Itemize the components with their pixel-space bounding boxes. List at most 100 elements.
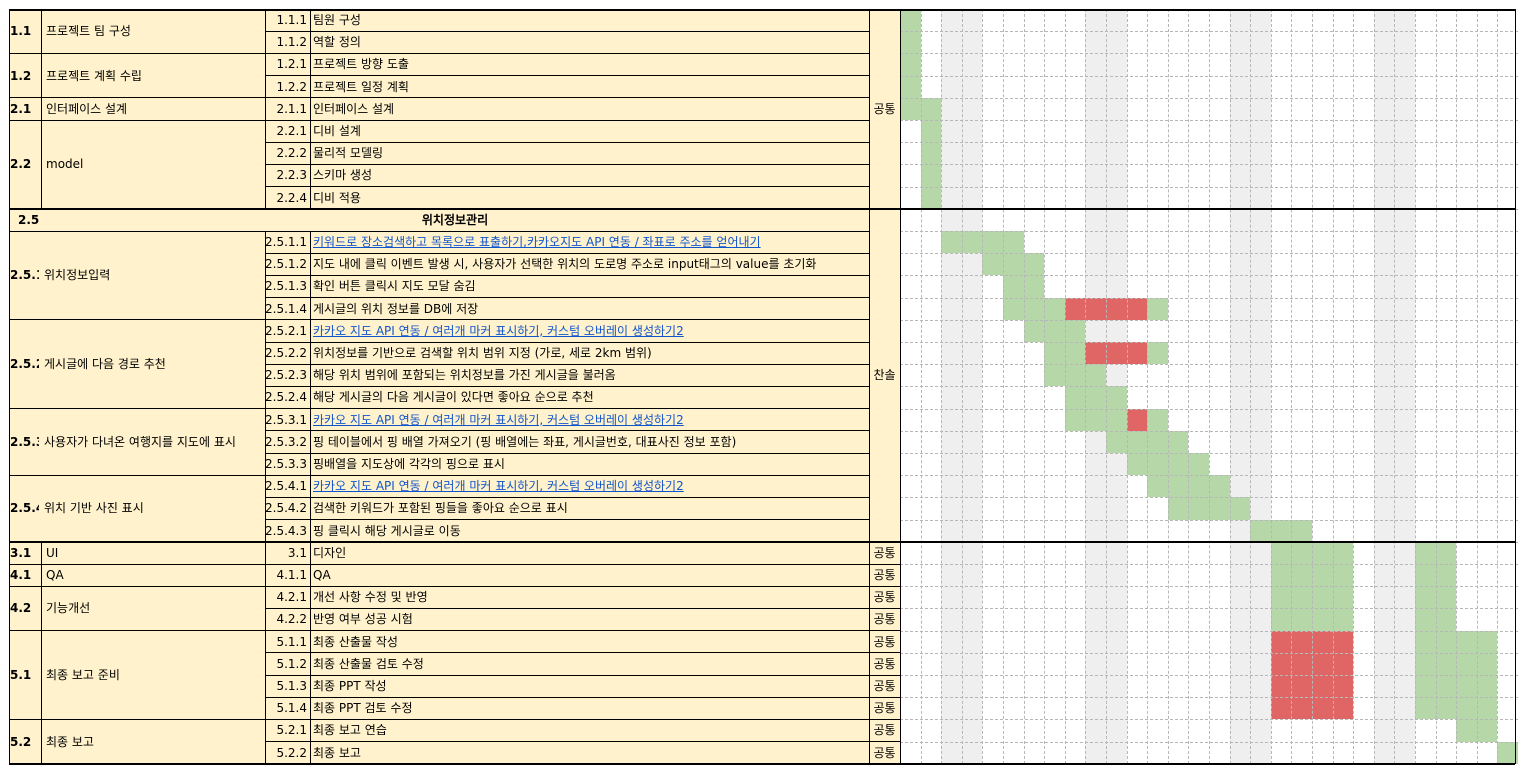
subtask-id: 2.2.3 bbox=[265, 164, 310, 187]
grid-hline bbox=[900, 319, 1518, 321]
subtask-id: 2.5.4.2 bbox=[265, 497, 310, 520]
task-text: 개선 사항 수정 및 반영 bbox=[313, 590, 428, 605]
row-line bbox=[265, 274, 869, 276]
task-name: 디비 설계 bbox=[310, 120, 869, 143]
task-link[interactable]: 키워드로 장소검색하고 목록으로 표출하기,카카오지도 API 연동 / 좌표로… bbox=[313, 236, 761, 248]
owner-text: 공통 bbox=[873, 545, 896, 560]
row-line bbox=[9, 541, 1515, 544]
subtask-id-text: 2.5.4.3 bbox=[265, 523, 307, 538]
task-name: 스키마 생성 bbox=[310, 164, 869, 187]
owner-text: 공통 bbox=[873, 590, 896, 605]
task-name[interactable]: 카카오 지도 API 연동 / 여러개 마커 표시하기, 커스텀 오버레이 생성… bbox=[310, 319, 869, 342]
task-link[interactable]: 카카오 지도 API 연동 / 여러개 마커 표시하기, 커스텀 오버레이 생성… bbox=[313, 414, 684, 426]
task-text: 최종 산출물 작성 bbox=[313, 634, 398, 649]
section-name-text: 프로젝트 계획 수립 bbox=[46, 68, 142, 83]
owner-cell: 공통 bbox=[869, 9, 900, 209]
section-name: 인터페이스 설계 bbox=[41, 97, 265, 120]
section-id: 2.2 bbox=[9, 120, 41, 209]
gantt-bar bbox=[900, 31, 921, 54]
row-line bbox=[9, 52, 265, 54]
subtask-id: 2.5.3.3 bbox=[265, 453, 310, 476]
subtask-id-text: 5.1.3 bbox=[276, 679, 307, 694]
gantt-bar bbox=[920, 120, 942, 143]
row-line bbox=[265, 652, 869, 654]
gantt-bar bbox=[1044, 364, 1106, 387]
section-id-text: 1.1 bbox=[10, 24, 32, 39]
task-name[interactable]: 키워드로 장소검색하고 목록으로 표출하기,카카오지도 API 연동 / 좌표로… bbox=[310, 231, 869, 254]
subtask-id-text: 2.5.3.1 bbox=[265, 412, 307, 427]
section-name-text: 기능개선 bbox=[46, 601, 91, 616]
task-text: 위치정보를 기반으로 검색할 위치 범위 지정 (가로, 세로 2km 범위) bbox=[313, 346, 652, 361]
section-id-text: 4.2 bbox=[10, 601, 32, 616]
owner-cell: 공통 bbox=[869, 652, 900, 675]
grid-hline bbox=[900, 75, 1518, 77]
grid-hline bbox=[900, 675, 1518, 676]
section-name: 최종 보고 준비 bbox=[41, 630, 265, 720]
grid-hline bbox=[900, 297, 1518, 299]
task-name: 핑 클릭시 해당 게시글로 이동 bbox=[310, 519, 869, 542]
grid-hline bbox=[900, 430, 1518, 432]
row-line bbox=[9, 97, 265, 99]
task-text: 팀원 구성 bbox=[313, 13, 361, 28]
section-name: 프로젝트 계획 수립 bbox=[41, 53, 265, 98]
row-line bbox=[9, 474, 265, 476]
row-line bbox=[869, 652, 900, 654]
col-line bbox=[310, 231, 311, 764]
row-line bbox=[869, 696, 900, 698]
section-id: 3.1 bbox=[9, 541, 41, 564]
task-text: 검색한 키워드가 포함된 핑들을 좋아요 순으로 표시 bbox=[313, 501, 568, 516]
section-id: 2.5.4 bbox=[9, 475, 39, 542]
owner-text: 공통 bbox=[873, 745, 896, 760]
subtask-id-text: 2.2.4 bbox=[276, 190, 307, 205]
row-line bbox=[9, 319, 265, 321]
subtask-id: 4.2.1 bbox=[265, 586, 310, 609]
subtask-id-text: 2.5.2.2 bbox=[265, 346, 307, 361]
subtask-id: 2.5.4.3 bbox=[265, 519, 310, 542]
task-text: 핑배열을 지도상에 각각의 핑으로 표시 bbox=[313, 457, 505, 472]
row-line bbox=[9, 119, 265, 121]
subtask-id: 5.1.2 bbox=[265, 652, 310, 675]
row-line bbox=[265, 563, 869, 565]
task-name[interactable]: 카카오 지도 API 연동 / 여러개 마커 표시하기, 커스텀 오버레이 생성… bbox=[310, 408, 869, 431]
task-text: 디비 적용 bbox=[313, 190, 361, 205]
section-name: model bbox=[41, 120, 265, 209]
row-line bbox=[265, 607, 869, 609]
section-title-text: 위치정보관리 bbox=[421, 212, 489, 227]
owner-text: 공통 bbox=[873, 568, 896, 583]
subtask-id-text: 2.5.3.3 bbox=[265, 457, 307, 472]
row-line bbox=[869, 741, 900, 743]
section-id: 4.2 bbox=[9, 586, 41, 631]
subtask-id: 4.1.1 bbox=[265, 564, 310, 587]
section-id-text: 2.5.3 bbox=[10, 434, 39, 449]
task-link[interactable]: 카카오 지도 API 연동 / 여러개 마커 표시하기, 커스텀 오버레이 생성… bbox=[313, 325, 684, 337]
task-link[interactable]: 카카오 지도 API 연동 / 여러개 마커 표시하기, 커스텀 오버레이 생성… bbox=[313, 480, 684, 492]
row-line bbox=[265, 230, 869, 232]
subtask-id-text: 2.5.2.4 bbox=[265, 390, 307, 405]
section-id: 2.5.1 bbox=[9, 231, 39, 320]
grid-hline bbox=[900, 53, 1518, 55]
subtask-id-text: 2.5.1.2 bbox=[265, 257, 307, 272]
grid-hline bbox=[900, 652, 1518, 654]
task-name[interactable]: 카카오 지도 API 연동 / 여러개 마커 표시하기, 커스텀 오버레이 생성… bbox=[310, 475, 869, 498]
row-line bbox=[265, 741, 869, 743]
row-line bbox=[9, 763, 1515, 766]
owner-cell: 찬솔 bbox=[869, 208, 900, 542]
owner-cell: 공통 bbox=[869, 675, 900, 698]
subtask-id: 2.2.2 bbox=[265, 142, 310, 165]
subtask-id-text: 2.2.3 bbox=[276, 168, 307, 183]
section-id: 2.5.2 bbox=[9, 319, 39, 409]
row-line bbox=[265, 408, 869, 410]
row-line bbox=[265, 496, 869, 498]
subtask-id: 2.5.4.1 bbox=[265, 475, 310, 498]
gantt-bar bbox=[1064, 386, 1127, 409]
row-line bbox=[265, 186, 869, 188]
owner-cell: 공통 bbox=[869, 741, 900, 764]
section-id-text: 2.5.4 bbox=[10, 501, 39, 516]
subtask-id: 2.5.1.4 bbox=[265, 297, 310, 320]
task-text: 핑 클릭시 해당 게시글로 이동 bbox=[313, 523, 461, 538]
task-text: 최종 보고 연습 bbox=[313, 723, 387, 738]
row-line bbox=[265, 75, 869, 77]
row-line bbox=[9, 230, 265, 232]
gantt-bar bbox=[920, 186, 942, 209]
row-line bbox=[869, 607, 900, 609]
